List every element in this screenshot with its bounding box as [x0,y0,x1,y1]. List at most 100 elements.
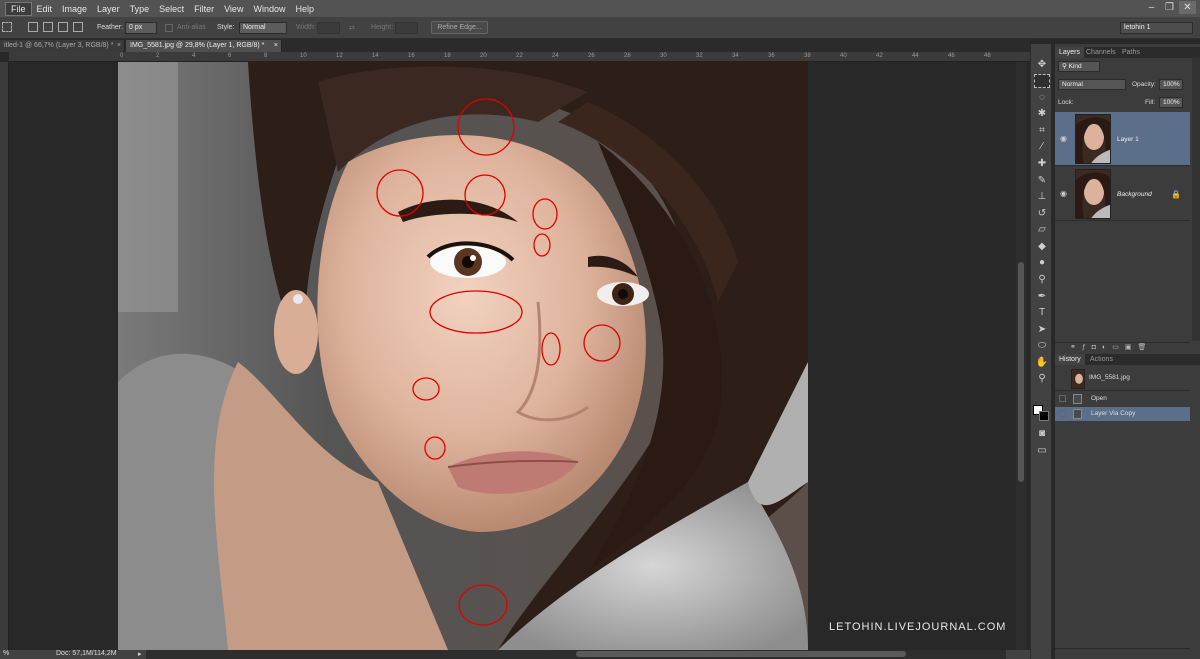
layer-row-layer-1[interactable]: ◉ Layer 1 [1055,112,1190,166]
zoom-tool-icon[interactable]: ⚲ [1034,372,1050,386]
fill-label: Fill: [1145,99,1156,106]
screen-mode-icon[interactable]: ▭ [1034,444,1050,458]
layer-actions-icons[interactable]: ⚭ƒ◘◐▭▣🗑 [1070,343,1152,351]
menu-window[interactable]: Window [248,3,290,15]
crop-tool-icon[interactable]: ⌗ [1034,124,1050,138]
ruler-tick-label: 46 [948,53,955,59]
marquee-tool-icon[interactable] [1034,74,1050,88]
ruler-tick-label: 28 [624,53,631,59]
canvas-area[interactable]: LETOHIN.LIVEJOURNAL.COM [9,62,1016,650]
layer-name[interactable]: Layer 1 [1117,136,1139,143]
quick-mask-icon[interactable]: ◙ [1034,427,1050,441]
horizontal-scroll-thumb[interactable] [576,651,906,657]
menu-edit[interactable]: Edit [32,3,58,15]
width-input[interactable] [317,22,340,34]
history-brush-source-box[interactable] [1059,395,1066,402]
antialias-checkbox[interactable] [165,24,173,32]
ruler-tick-label: 6 [228,53,232,59]
history-brush-source-box[interactable] [1059,410,1066,417]
workspace-select[interactable]: letohin 1 [1120,22,1193,34]
refine-edge-button[interactable]: Refine Edge... [431,21,488,34]
background-color-swatch[interactable] [1039,411,1049,421]
restore-icon[interactable]: ❐ [1161,1,1178,14]
height-input[interactable] [395,22,418,34]
hand-tool-icon[interactable]: ✋ [1034,356,1050,370]
ellipse-tool-icon[interactable]: ⬭ [1034,339,1050,353]
healing-brush-icon[interactable]: ✚ [1034,157,1050,171]
ruler-tick-label: 20 [480,53,487,59]
history-brush-icon[interactable]: ↺ [1034,207,1050,221]
menu-type[interactable]: Type [125,3,155,15]
doc-size[interactable]: Doc: 57,1M/114,2M [56,650,117,657]
menu-image[interactable]: Image [57,3,92,15]
tab-actions[interactable]: Actions [1086,354,1117,365]
swap-icon[interactable]: ⇄ [349,24,355,32]
history-state-layer-via-copy[interactable]: Layer Via Copy [1055,407,1190,421]
blur-tool-icon[interactable]: ● [1034,256,1050,270]
watermark: LETOHIN.LIVEJOURNAL.COM [829,621,1007,633]
eraser-icon[interactable]: ▱ [1034,223,1050,237]
history-state-label: Open [1091,395,1107,402]
minimize-icon[interactable]: – [1143,1,1160,14]
tab-history[interactable]: History [1055,354,1085,365]
document-icon [1073,409,1082,419]
history-snapshot[interactable]: IMG_5581.jpg [1055,367,1190,391]
ruler-tick-label: 18 [444,53,451,59]
path-selection-icon[interactable]: ➤ [1034,323,1050,337]
menu-view[interactable]: View [219,3,248,15]
horizontal-scrollbar[interactable] [146,650,1006,659]
layers-panel-tabs: Layers Channels Paths [1055,47,1200,58]
close-window-icon[interactable]: ✕ [1179,1,1196,14]
fill-input[interactable]: 100% [1159,97,1183,108]
layer-row-background[interactable]: ◉ Background 🔒 [1055,167,1190,221]
kind-filter-select[interactable]: ⚲ Kind [1058,61,1100,72]
dodge-tool-icon[interactable]: ⚲ [1034,273,1050,287]
tab-close-icon[interactable]: × [117,40,121,52]
height-label: Height: [371,24,394,31]
layer-thumbnail [1075,169,1111,219]
type-tool-icon[interactable]: T [1034,306,1050,320]
tab-untitled-1[interactable]: itled-1 @ 66,7% (Layer 3, RGB/8) * × [0,40,125,52]
tab-layers[interactable]: Layers [1055,47,1085,58]
tab-close-icon[interactable]: × [274,40,278,52]
pen-tool-icon[interactable]: ✒ [1034,290,1050,304]
style-select[interactable]: Normal [239,22,287,34]
menu-filter[interactable]: Filter [189,3,219,15]
menu-layer[interactable]: Layer [92,3,125,15]
ruler-tick-label: 4 [192,53,196,59]
opacity-label: Opacity: [1132,81,1156,88]
vertical-ruler [0,62,9,650]
feather-input[interactable]: 0 px [125,22,157,34]
document-tabs: itled-1 @ 66,7% (Layer 3, RGB/8) * × IMG… [0,39,1030,52]
tab-label: itled-1 @ 66,7% (Layer 3, RGB/8) * [4,42,114,49]
eye-icon[interactable]: ◉ [1060,134,1067,143]
opacity-input[interactable]: 100% [1159,79,1183,90]
menu-select[interactable]: Select [154,3,189,15]
lasso-tool-icon[interactable]: ◌ [1034,91,1050,105]
subtract-selection-icon[interactable] [58,22,68,32]
add-selection-icon[interactable] [43,22,53,32]
layer-name[interactable]: Background [1117,191,1152,198]
tab-channels[interactable]: Channels [1082,47,1120,58]
magic-wand-icon[interactable]: ✱ [1034,107,1050,121]
eye-icon[interactable]: ◉ [1060,189,1067,198]
vertical-scroll-thumb[interactable] [1018,262,1024,482]
brush-tool-icon[interactable]: ✎ [1034,174,1050,188]
clone-stamp-icon[interactable]: ⊥ [1034,190,1050,204]
blend-mode-select[interactable]: Normal [1058,79,1126,90]
tab-paths[interactable]: Paths [1118,47,1144,58]
menu-help[interactable]: Help [290,3,319,15]
vertical-scrollbar[interactable] [1016,62,1026,650]
layers-scrollbar[interactable] [1192,58,1200,341]
intersect-selection-icon[interactable] [73,22,83,32]
tab-img-5581[interactable]: IMG_5581.jpg @ 29,8% (Layer 1, RGB/8) * … [126,40,282,52]
menu-file[interactable]: File [5,1,32,16]
new-selection-icon[interactable] [28,22,38,32]
history-state-open[interactable]: Open [1055,392,1190,406]
paint-bucket-icon[interactable]: ◆ [1034,240,1050,254]
eyedropper-icon[interactable]: ⁄ [1034,140,1050,154]
marquee-preset-icon[interactable] [2,22,12,32]
zoom-readout[interactable]: % [3,650,9,657]
status-menu-arrow-icon[interactable]: ▸ [138,650,142,658]
move-tool-icon[interactable]: ✥ [1034,58,1050,72]
